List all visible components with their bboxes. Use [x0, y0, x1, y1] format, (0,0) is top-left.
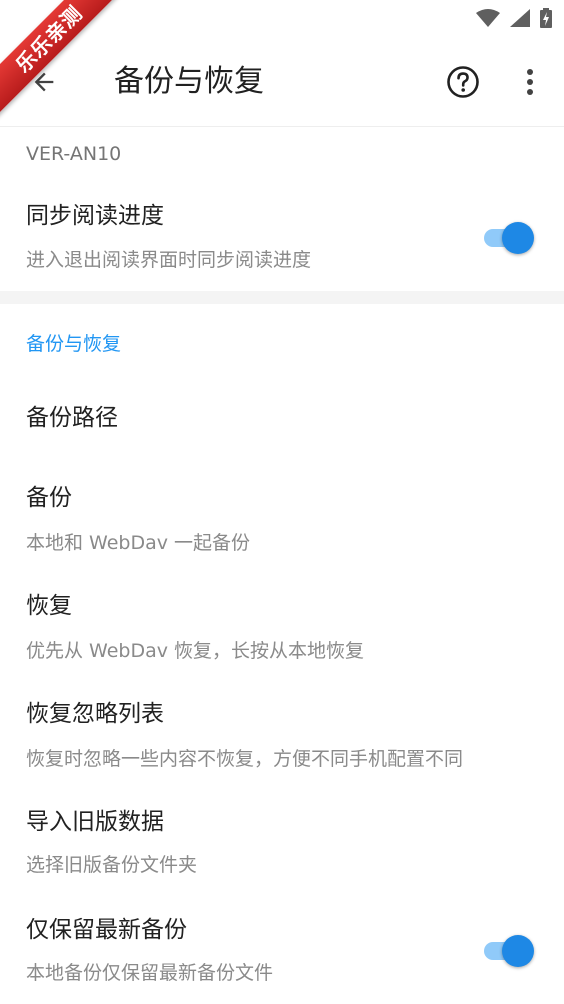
pref-keep-latest-backup[interactable]: 仅保留最新备份 本地备份仅保留最新备份文件: [0, 904, 564, 1004]
device-name: VER-AN10: [26, 143, 122, 165]
toolbar: 备份与恢复: [0, 36, 564, 127]
pref-restore[interactable]: 恢复 优先从 WebDav 恢复，长按从本地恢复: [0, 580, 564, 680]
pref-summary: 进入退出阅读界面时同步阅读进度: [26, 249, 312, 271]
pref-summary: 恢复时忽略一些内容不恢复，方便不同手机配置不同: [26, 748, 464, 770]
sync-reading-switch[interactable]: [484, 220, 534, 256]
page-title: 备份与恢复: [114, 64, 264, 99]
help-circle-icon: [447, 66, 479, 98]
pref-title: 仅保留最新备份: [26, 917, 187, 943]
more-vert-icon: [527, 69, 533, 95]
pref-backup[interactable]: 备份 本地和 WebDav 一起备份: [0, 472, 564, 572]
pref-backup-path[interactable]: 备份路径: [0, 380, 564, 460]
pref-import-old-data[interactable]: 导入旧版数据 选择旧版备份文件夹: [0, 796, 564, 896]
pref-title: 备份: [26, 485, 72, 511]
pref-sync-reading[interactable]: 同步阅读进度 进入退出阅读界面时同步阅读进度: [0, 190, 564, 286]
pref-summary: 本地和 WebDav 一起备份: [26, 532, 251, 554]
pref-summary: 选择旧版备份文件夹: [26, 854, 198, 876]
more-options-button[interactable]: [510, 62, 550, 102]
pref-title: 恢复忽略列表: [26, 701, 164, 727]
wifi-icon: [476, 9, 500, 27]
pref-title: 同步阅读进度: [26, 203, 164, 229]
battery-charging-icon: [540, 8, 552, 28]
pref-summary: 本地备份仅保留最新备份文件: [26, 962, 274, 984]
help-button[interactable]: [443, 62, 483, 102]
switch-thumb: [502, 935, 534, 967]
pref-title: 导入旧版数据: [26, 809, 164, 835]
section-divider: [0, 291, 564, 304]
pref-title: 恢复: [26, 593, 72, 619]
pref-summary: 优先从 WebDav 恢复，长按从本地恢复: [26, 640, 365, 662]
switch-thumb: [502, 222, 534, 254]
pref-restore-ignore-list[interactable]: 恢复忽略列表 恢复时忽略一些内容不恢复，方便不同手机配置不同: [0, 688, 564, 788]
signal-icon: [510, 9, 530, 27]
pref-title: 备份路径: [26, 405, 118, 431]
category-header: 备份与恢复: [26, 333, 122, 355]
status-icons: [476, 8, 552, 28]
keep-latest-backup-switch[interactable]: [484, 933, 534, 969]
